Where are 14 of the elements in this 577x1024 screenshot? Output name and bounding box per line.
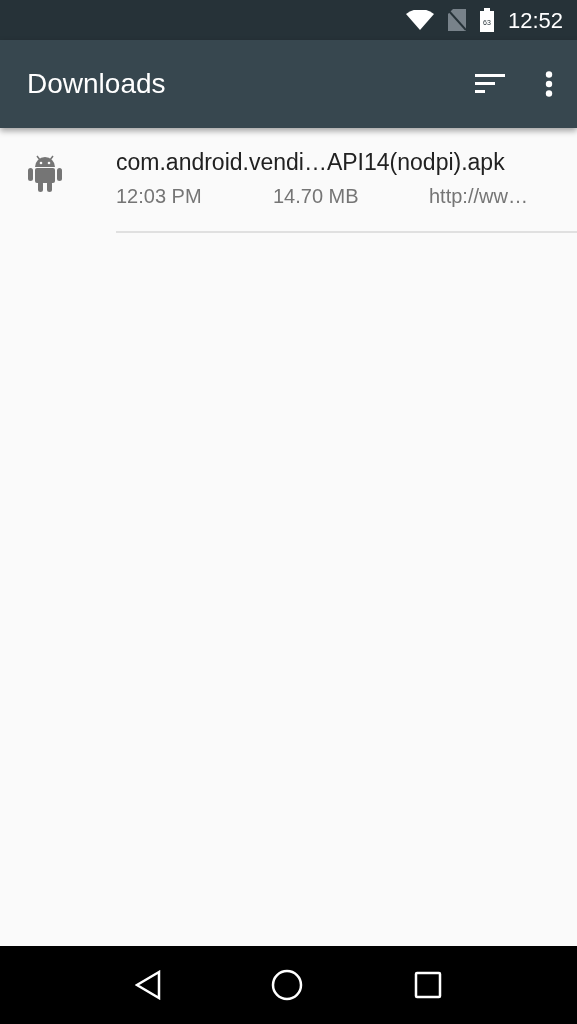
recents-icon: [413, 971, 442, 999]
download-time: 12:03 PM: [116, 184, 203, 210]
back-icon: [135, 970, 162, 1000]
no-sim-icon: [447, 9, 466, 31]
file-name: com.android.vendi…API14(nodpi).apk: [116, 150, 506, 176]
wifi-icon: [405, 10, 434, 30]
source-url: http://ww…: [429, 184, 528, 210]
file-size: 14.70 MB: [273, 184, 360, 210]
home-icon: [271, 969, 304, 1001]
sort-icon: [475, 74, 505, 94]
android-icon: [28, 154, 62, 192]
status-time: 12:52: [507, 6, 563, 35]
toolbar-title: Downloads: [27, 67, 167, 101]
more-vert-icon: [545, 71, 553, 97]
